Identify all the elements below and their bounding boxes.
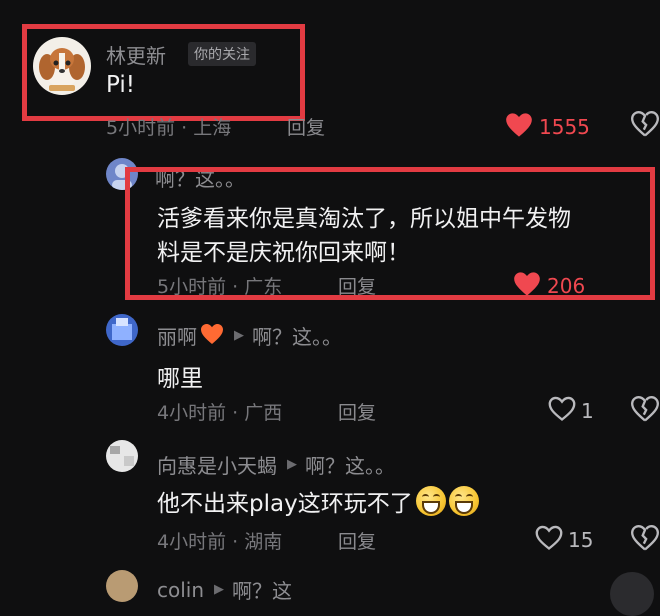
comment-4-username[interactable]: 向惠是小天蝎 <box>157 450 277 479</box>
comment-1-like[interactable]: 1555 <box>505 112 590 142</box>
comment-3-reply-button[interactable]: 回复 <box>338 398 376 425</box>
comment-1-username[interactable]: 林更新 <box>106 40 166 69</box>
comment-3-header: 丽啊 ▶ 啊？这。。 <box>157 321 342 350</box>
comment-2-meta: 5小时前 · 广东 <box>157 276 283 298</box>
comment-2-reply-button[interactable]: 回复 <box>338 272 376 299</box>
following-tag: 你的关注 <box>188 42 256 66</box>
comment-5-reply-to[interactable]: 啊？这 <box>232 575 292 604</box>
comment-5-header: colin ▶ 啊？这 <box>157 575 292 604</box>
grin-emoji-icon <box>448 486 479 516</box>
comment-2-text-line1: 活爹看来你是真淘汰了，所以姐中午发物 <box>157 206 571 232</box>
grin-emoji-icon <box>415 486 446 516</box>
avatar-xianghui[interactable] <box>106 440 138 472</box>
heart-filled-icon <box>513 271 541 301</box>
comment-4-text-row: 他不出来play这环玩不了 <box>157 484 479 518</box>
comment-4-header: 向惠是小天蝎 ▶ 啊？这。。 <box>157 450 395 479</box>
broken-heart-icon[interactable] <box>630 524 660 557</box>
comment-4-reply-button[interactable]: 回复 <box>338 527 376 554</box>
comment-1-like-count: 1555 <box>539 115 590 139</box>
comment-4-meta: 4小时前 · 湖南 <box>157 531 283 553</box>
floating-button[interactable] <box>610 572 654 616</box>
comment-1-text: Pi! <box>106 72 135 98</box>
avatar-colin[interactable] <box>106 570 138 602</box>
comment-1-meta: 5小时前 · 上海 <box>106 117 232 139</box>
comment-3-text: 哪里 <box>157 366 203 392</box>
avatar-lia[interactable] <box>106 314 138 346</box>
heart-outline-icon <box>535 525 563 555</box>
comment-2-like[interactable]: 206 <box>513 271 585 301</box>
comment-2-like-count: 206 <box>547 274 586 298</box>
triangle-right-icon: ▶ <box>214 582 225 597</box>
comment-3-meta: 4小时前 · 广西 <box>157 402 283 424</box>
heart-emoji-icon <box>200 323 224 349</box>
broken-heart-icon[interactable] <box>630 110 660 143</box>
triangle-right-icon: ▶ <box>287 457 297 472</box>
comment-3-like-count: 1 <box>581 399 594 423</box>
comment-4-like[interactable]: 15 <box>535 525 593 555</box>
heart-outline-icon <box>548 396 576 426</box>
comment-5-username[interactable]: colin <box>157 578 204 602</box>
comment-1-reply-button[interactable]: 回复 <box>287 113 325 140</box>
comment-3-reply-to[interactable]: 啊？这。。 <box>252 321 342 350</box>
comment-3-like[interactable]: 1 <box>548 396 594 426</box>
comment-3-username[interactable]: 丽啊 <box>157 321 197 350</box>
heart-filled-icon <box>505 112 533 142</box>
comment-4-text: 他不出来play这环玩不了 <box>157 491 413 517</box>
comment-4-like-count: 15 <box>568 528 594 552</box>
avatar-linggengxin[interactable] <box>33 37 91 95</box>
comment-2-text-line2: 料是不是庆祝你回来啊！ <box>157 240 410 266</box>
comment-4-reply-to[interactable]: 啊？这。。 <box>305 450 395 479</box>
broken-heart-icon[interactable] <box>630 395 660 428</box>
triangle-right-icon: ▶ <box>234 328 244 343</box>
